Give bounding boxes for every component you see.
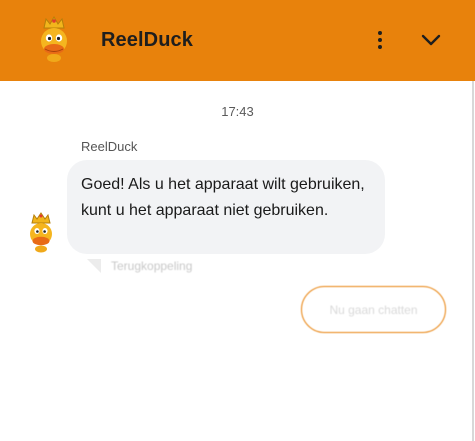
message-timestamp: 17:43	[221, 104, 254, 119]
duck-logo	[41, 16, 67, 62]
quick-reply-button[interactable]: Nu gaan chatten	[301, 286, 446, 333]
panel-border	[472, 81, 474, 441]
chat-title: ReelDuck	[101, 29, 193, 51]
message-bubble: Goed! Als u het apparaat wilt gebruiken,…	[67, 160, 385, 254]
chevron-down-icon[interactable]	[418, 28, 444, 52]
chat-header: ReelDuck	[0, 0, 475, 81]
sender-name: ReelDuck	[81, 139, 138, 154]
feedback-label[interactable]: Terugkoppeling	[111, 259, 192, 273]
more-vertical-icon[interactable]	[368, 28, 392, 52]
feedback-icon[interactable]	[86, 258, 102, 274]
bot-avatar	[30, 212, 52, 253]
